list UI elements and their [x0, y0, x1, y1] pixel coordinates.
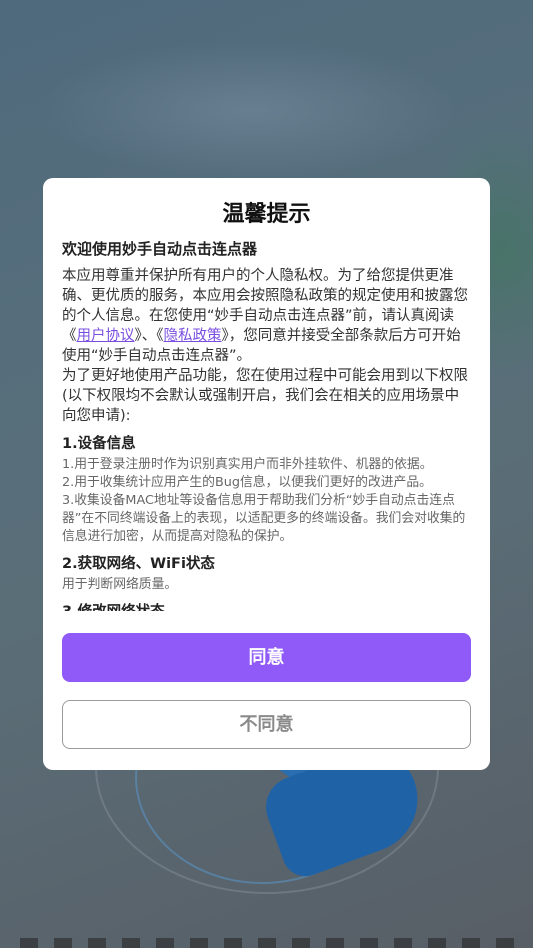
intro-text: 》、《 — [134, 328, 164, 344]
background-text — [20, 938, 520, 948]
section-line: 1.用于登录注册时作为识别真实用户而非外挂软件、机器的依据。 — [62, 457, 433, 472]
dialog-title: 温馨提示 — [222, 202, 311, 227]
section-line: 3.收集设备MAC地址等设备信息用于帮助我们分析“妙手自动点击连点器”在不同终端… — [62, 493, 466, 544]
privacy-policy-link[interactable]: 隐私政策 — [164, 328, 222, 344]
welcome-heading: 欢迎使用妙手自动点击连点器 — [62, 240, 258, 258]
agree-button[interactable]: 同意 — [62, 633, 471, 682]
disagree-button[interactable]: 不同意 — [62, 700, 471, 749]
section-title-network-state: 2.获取网络、WiFi状态 — [62, 556, 215, 572]
permission-intro: 为了更好地使用产品功能，您在使用过程中可能会用到以下权限(以下权限均不会默认或强… — [62, 368, 468, 424]
section-line: 2.用于收集统计应用产生的Bug信息，以便我们更好的改进产品。 — [62, 475, 432, 490]
dialog-content-scroll[interactable]: 欢迎使用妙手自动点击连点器 本应用尊重并保护所有用户的个人隐私权。为了给您提供更… — [62, 238, 471, 611]
user-agreement-link[interactable]: 用户协议 — [77, 328, 135, 344]
section-title-modify-network: 3.修改网络状态 — [62, 602, 471, 611]
section-line: 用于判断网络质量。 — [62, 577, 178, 592]
privacy-dialog: 温馨提示 欢迎使用妙手自动点击连点器 本应用尊重并保护所有用户的个人隐私权。为了… — [43, 178, 490, 770]
intro-paragraph: 本应用尊重并保护所有用户的个人隐私权。为了给您提供更准确、更优质的服务，本应用会… — [62, 266, 471, 366]
section-title-device-info: 1.设备信息 — [62, 436, 136, 452]
app-screen: 温馨提示 欢迎使用妙手自动点击连点器 本应用尊重并保护所有用户的个人隐私权。为了… — [0, 0, 533, 948]
background-glow — [40, 40, 460, 180]
